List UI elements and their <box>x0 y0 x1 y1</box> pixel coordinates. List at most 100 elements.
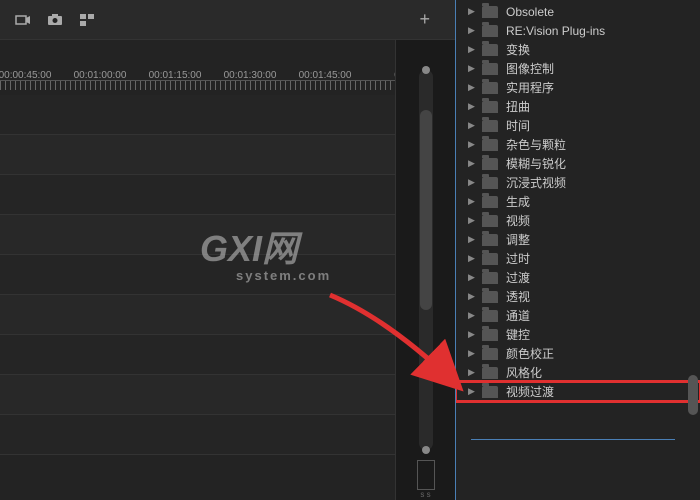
effect-folder-14[interactable]: ▶过渡 <box>456 268 700 287</box>
effect-label: 模糊与锐化 <box>506 155 566 172</box>
chevron-right-icon: ▶ <box>468 101 478 112</box>
effect-folder-11[interactable]: ▶ 视频 <box>456 211 700 230</box>
track-row[interactable] <box>0 135 455 175</box>
effect-label: 通道 <box>506 307 530 324</box>
scroll-handle-top[interactable] <box>422 66 430 74</box>
effect-label: Obsolete <box>506 5 554 19</box>
effect-label: 视频 <box>506 212 530 229</box>
scroll-thumb[interactable] <box>420 110 432 310</box>
export-icon[interactable] <box>10 7 36 33</box>
effect-folder-5[interactable]: ▶ 扭曲 <box>456 97 700 116</box>
effect-label: 透视 <box>506 288 530 305</box>
add-button[interactable]: + <box>419 9 430 30</box>
folder-icon <box>482 348 498 360</box>
track-row[interactable] <box>0 255 455 295</box>
chevron-right-icon: ▶ <box>468 367 478 378</box>
chevron-right-icon: ▶ <box>468 291 478 302</box>
scroll-handle-bottom[interactable] <box>422 446 430 454</box>
effect-label: 风格化 <box>506 364 542 381</box>
time-ruler[interactable]: 00:00:45:00 00:01:00:00 00:01:15:00 00:0… <box>0 60 455 90</box>
effect-folder-17[interactable]: ▶键控 <box>456 325 700 344</box>
effect-label: 沉浸式视频 <box>506 174 566 191</box>
track-row[interactable] <box>0 175 455 215</box>
snapshot-icon[interactable] <box>42 7 68 33</box>
effect-label: 变换 <box>506 41 530 58</box>
track-row[interactable] <box>0 415 455 455</box>
effect-label: 杂色与颗粒 <box>506 136 566 153</box>
folder-icon <box>482 272 498 284</box>
chevron-right-icon: ▶ <box>468 120 478 131</box>
effect-folder-2[interactable]: ▶ 变换 <box>456 40 700 59</box>
effect-folder-6[interactable]: ▶ 时间 <box>456 116 700 135</box>
folder-icon <box>482 139 498 151</box>
folder-icon <box>482 215 498 227</box>
track-row[interactable] <box>0 335 455 375</box>
track-row[interactable] <box>0 215 455 255</box>
effect-folder-8[interactable]: ▶ 模糊与锐化 <box>456 154 700 173</box>
folder-icon <box>482 253 498 265</box>
chevron-right-icon: ▶ <box>468 215 478 226</box>
chevron-right-icon: ▶ <box>468 234 478 245</box>
track-row[interactable] <box>0 95 455 135</box>
effect-folder-1[interactable]: ▶RE:Vision Plug-ins <box>456 21 700 40</box>
folder-icon <box>482 177 498 189</box>
chevron-right-icon: ▶ <box>468 310 478 321</box>
folder-icon <box>482 234 498 246</box>
effect-label: RE:Vision Plug-ins <box>506 24 605 38</box>
folder-icon <box>482 291 498 303</box>
effect-folder-10[interactable]: ▶生成 <box>456 192 700 211</box>
effect-folder-12[interactable]: ▶ 调整 <box>456 230 700 249</box>
viewer-toolbar: + <box>0 0 455 40</box>
folder-icon <box>482 6 498 18</box>
effect-label: 扭曲 <box>506 98 530 115</box>
folder-icon <box>482 82 498 94</box>
effect-folder-20[interactable]: ▶视频过渡 <box>456 382 700 401</box>
folder-icon <box>482 367 498 379</box>
effect-label: 实用程序 <box>506 79 554 96</box>
chevron-right-icon: ▶ <box>468 82 478 93</box>
effect-folder-0[interactable]: ▶Obsolete <box>456 2 700 21</box>
effect-folder-18[interactable]: ▶颜色校正 <box>456 344 700 363</box>
zoom-markers: s s <box>418 490 434 499</box>
effect-folder-4[interactable]: ▶ 实用程序 <box>456 78 700 97</box>
effects-panel: ▶Obsolete▶RE:Vision Plug-ins▶变换▶图像控制▶实用程… <box>455 0 700 500</box>
effect-folder-3[interactable]: ▶ 图像控制 <box>456 59 700 78</box>
chevron-right-icon: ▶ <box>468 386 478 397</box>
folder-icon <box>482 386 498 398</box>
vertical-scrollbar[interactable] <box>419 70 433 450</box>
folder-icon <box>482 44 498 56</box>
effect-label: 调整 <box>506 231 530 248</box>
effect-folder-13[interactable]: ▶过时 <box>456 249 700 268</box>
folder-icon <box>482 120 498 132</box>
effect-label: 颜色校正 <box>506 345 554 362</box>
effect-folder-9[interactable]: ▶沉浸式视频 <box>456 173 700 192</box>
effect-label: 时间 <box>506 117 530 134</box>
folder-icon <box>482 329 498 341</box>
chevron-right-icon: ▶ <box>468 44 478 55</box>
effect-folder-7[interactable]: ▶ 杂色与颗粒 <box>456 135 700 154</box>
effect-label: 过渡 <box>506 269 530 286</box>
timeline: 00:00:45:00 00:01:00:00 00:01:15:00 00:0… <box>0 40 455 500</box>
effect-label: 图像控制 <box>506 60 554 77</box>
track-row[interactable] <box>0 375 455 415</box>
chevron-right-icon: ▶ <box>468 63 478 74</box>
folder-icon <box>482 310 498 322</box>
effect-label: 过时 <box>506 250 530 267</box>
zoom-control[interactable]: s s <box>417 460 435 490</box>
panel-scrollbar[interactable] <box>688 375 698 415</box>
settings-icon[interactable] <box>74 7 100 33</box>
effect-label: 键控 <box>506 326 530 343</box>
folder-icon <box>482 158 498 170</box>
timeline-scroll-area: s s <box>395 40 455 500</box>
tracks-container <box>0 95 455 455</box>
effect-folder-19[interactable]: ▶ 风格化 <box>456 363 700 382</box>
chevron-right-icon: ▶ <box>468 158 478 169</box>
effect-label: 生成 <box>506 193 530 210</box>
folder-icon <box>482 101 498 113</box>
folder-icon <box>482 196 498 208</box>
folder-icon <box>482 63 498 75</box>
chevron-right-icon: ▶ <box>468 139 478 150</box>
effect-folder-16[interactable]: ▶ 通道 <box>456 306 700 325</box>
effect-folder-15[interactable]: ▶ 透视 <box>456 287 700 306</box>
track-row[interactable] <box>0 295 455 335</box>
